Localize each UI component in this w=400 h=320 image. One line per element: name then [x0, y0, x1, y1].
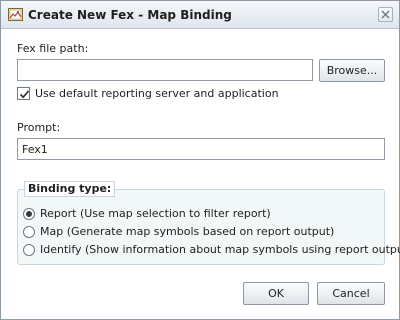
ok-button[interactable]: OK: [243, 282, 309, 305]
prompt-input[interactable]: [17, 138, 385, 160]
create-new-fex-dialog: Create New Fex - Map Binding Fex file pa…: [0, 0, 400, 320]
dialog-title: Create New Fex - Map Binding: [28, 8, 232, 22]
check-icon: [19, 90, 30, 99]
title-bar[interactable]: Create New Fex - Map Binding: [1, 1, 399, 29]
radio-selected-dot: [26, 211, 32, 217]
radio-report-label[interactable]: Report (Use map selection to filter repo…: [40, 207, 271, 220]
browse-button[interactable]: Browse...: [319, 59, 385, 82]
use-default-label: Use default reporting server and applica…: [35, 87, 279, 100]
binding-type-legend: Binding type:: [24, 181, 116, 197]
prompt-label: Prompt:: [17, 121, 61, 134]
fex-path-input[interactable]: [17, 59, 313, 81]
map-binding-icon: [8, 8, 23, 21]
radio-map-label[interactable]: Map (Generate map symbols based on repor…: [40, 225, 334, 238]
close-button[interactable]: [378, 7, 393, 22]
radio-identify[interactable]: [23, 244, 35, 256]
close-icon: [381, 10, 390, 19]
radio-report[interactable]: [23, 208, 35, 220]
cancel-button[interactable]: Cancel: [317, 282, 385, 305]
use-default-checkbox[interactable]: [17, 87, 30, 100]
radio-identify-label[interactable]: Identify (Show information about map sym…: [40, 243, 400, 256]
radio-map[interactable]: [23, 226, 35, 238]
fex-path-label: Fex file path:: [17, 42, 89, 55]
